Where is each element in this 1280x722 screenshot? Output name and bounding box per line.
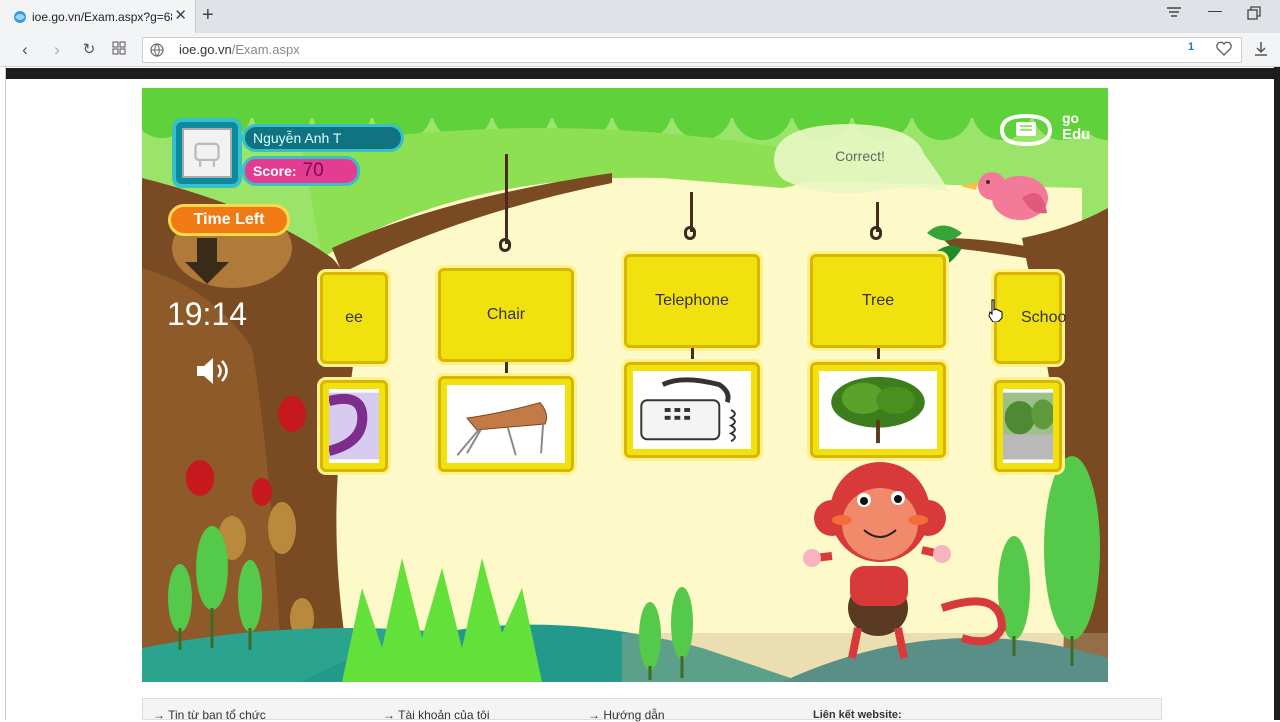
word-card-label: Telephone	[655, 292, 729, 309]
logo-text-go: go	[1062, 110, 1080, 126]
card-hook	[499, 238, 511, 252]
new-tab-icon[interactable]: +	[202, 4, 214, 27]
address-bar-row: ‹ › ↻ ioe.go.vn/Exam.aspx 1	[0, 33, 1280, 67]
minimize-icon[interactable]: —	[1208, 2, 1222, 18]
download-icon[interactable]	[1252, 40, 1270, 58]
feedback-text: Correct!	[835, 148, 885, 164]
score-badge: Score: 70	[242, 156, 360, 186]
score-label: Score:	[253, 163, 297, 179]
tab-menu-icon[interactable]	[1166, 6, 1182, 23]
school-yard-image	[1003, 392, 1053, 460]
site-favicon-icon	[14, 10, 26, 23]
countdown-timer: 19:14	[166, 296, 248, 332]
word-card-partial-left[interactable]: ee	[320, 272, 388, 364]
player-name: Nguyễn Anh T	[242, 124, 404, 152]
browser-tab[interactable]: ioe.go.vn/Exam.aspx?g=68 ✕	[0, 0, 196, 33]
card-rope	[505, 154, 508, 244]
word-card-partial-right[interactable]: Schoo	[994, 272, 1066, 364]
logo-text-edu: Edu	[1062, 126, 1091, 143]
card-connector	[691, 348, 694, 362]
picture-card-partial-left[interactable]	[320, 380, 388, 472]
word-card-chair[interactable]: Chair	[438, 268, 574, 362]
site-header-strip	[6, 68, 1274, 79]
game-canvas: Nguyễn Anh T Score: 70 Time Left 19:14 ee…	[142, 88, 1108, 682]
purple-shape-image	[329, 392, 379, 460]
picture-card-tree[interactable]	[810, 362, 946, 458]
card-hook	[870, 226, 882, 240]
url-input[interactable]: ioe.go.vn/Exam.aspx	[142, 37, 1242, 63]
hand-cursor-icon	[988, 299, 1003, 322]
avatar-placeholder-icon	[194, 142, 220, 167]
word-card-telephone[interactable]: Telephone	[624, 254, 760, 348]
back-icon[interactable]: ‹	[14, 39, 36, 61]
tree-image	[831, 376, 925, 444]
time-left-label: Time Left	[168, 204, 290, 236]
goedu-logo-icon	[999, 113, 1053, 146]
word-card-label: Schoo	[1021, 309, 1067, 326]
extension-badge[interactable]: 1	[1188, 41, 1194, 53]
card-hook	[684, 226, 696, 240]
browser-tab-bar: ioe.go.vn/Exam.aspx?g=68 ✕ + —	[0, 0, 1280, 33]
picture-card-telephone[interactable]	[624, 362, 760, 458]
avatar	[182, 128, 232, 178]
tab-close-icon[interactable]: ✕	[174, 8, 187, 24]
speaker-icon[interactable]	[194, 354, 232, 388]
word-card-label: ee	[345, 309, 363, 326]
score-value: 70	[302, 160, 324, 181]
tab-title: ioe.go.vn/Exam.aspx?g=68	[32, 9, 172, 24]
page-footer: → Tin từ ban tổ chức → Tài khoản của tôi…	[142, 698, 1162, 722]
picture-card-chair[interactable]	[438, 376, 574, 472]
page-right-edge	[1274, 67, 1280, 720]
restore-icon[interactable]	[1247, 6, 1261, 23]
word-card-label: Tree	[861, 292, 895, 309]
url-host: ioe.go.vn	[179, 42, 232, 57]
chair-image	[456, 401, 548, 456]
card-connector	[877, 348, 880, 362]
url-path: /Exam.aspx	[231, 42, 300, 57]
page-left-edge	[0, 67, 6, 720]
player-avatar-frame	[172, 118, 242, 188]
bookmark-heart-icon[interactable]	[1215, 40, 1233, 58]
down-arrow-icon	[185, 238, 229, 284]
reload-icon[interactable]: ↻	[78, 39, 100, 61]
forward-icon[interactable]: ›	[46, 39, 68, 61]
speed-dial-icon[interactable]	[108, 39, 130, 61]
picture-card-partial-right[interactable]	[994, 380, 1062, 472]
word-card-tree[interactable]: Tree	[810, 254, 946, 348]
globe-icon	[150, 43, 164, 57]
telephone-image	[640, 377, 736, 443]
footer-links-title: Liên kết website:	[813, 709, 902, 721]
word-card-label: Chair	[486, 306, 526, 323]
goedu-logo: go Edu	[996, 110, 1096, 146]
